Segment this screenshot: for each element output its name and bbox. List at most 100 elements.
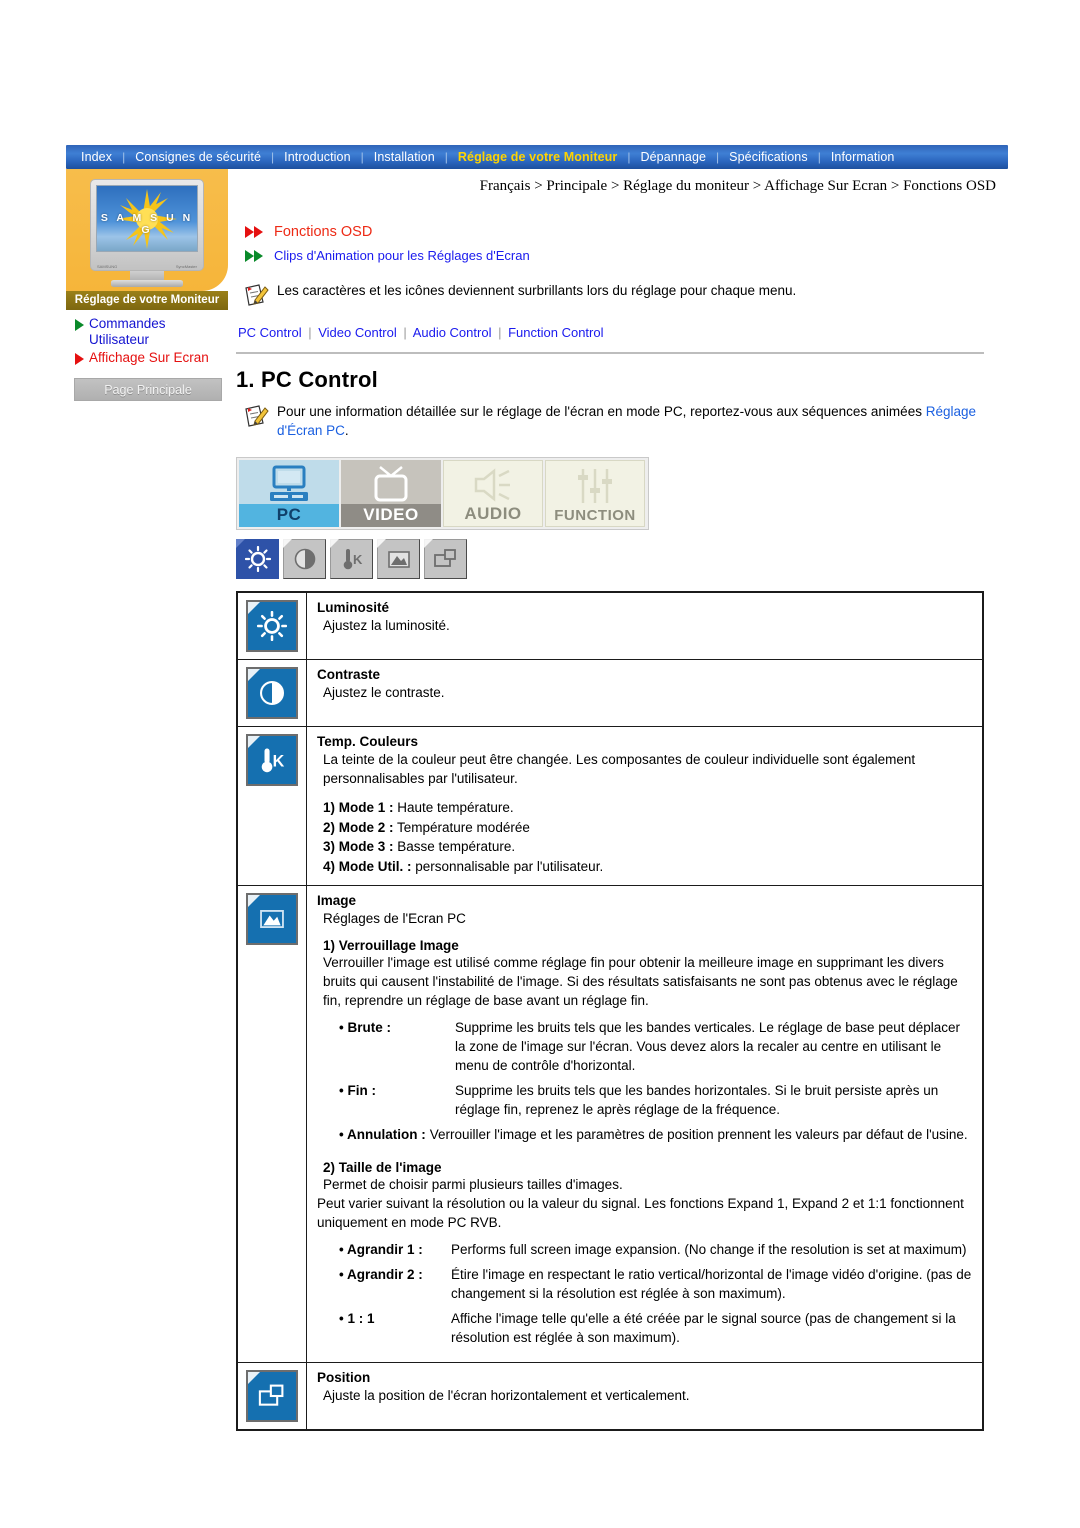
mode-text: personnalisable par l'utilisateur.: [411, 858, 604, 874]
position-rectangles-icon: [433, 549, 456, 567]
heading-label: Clips d'Animation pour les Réglages d'Ec…: [274, 248, 530, 263]
osd-functions-table: Luminosité Ajustez la luminosité. Contra…: [236, 591, 984, 1431]
sublink-pc-control[interactable]: PC Control: [238, 325, 302, 340]
mode-text: Température modérée: [393, 819, 530, 835]
row-body-cell: Contraste Ajustez le contraste.: [306, 659, 984, 727]
monitor-badge-left: SAMSUNG: [97, 264, 118, 269]
heading-fonctions-osd[interactable]: Fonctions OSD: [245, 224, 1008, 240]
speaker-icon: [444, 464, 542, 508]
row-icon-cell: [236, 591, 307, 660]
heading-clips-animation[interactable]: Clips d'Animation pour les Réglages d'Ec…: [245, 248, 1008, 263]
row-icon-cell: [236, 885, 307, 1363]
sublink-separator: |: [308, 325, 312, 340]
osd-tab-strip: PC VIDEO AUDIO FUNCTION: [236, 457, 649, 530]
horizontal-divider: [236, 352, 984, 355]
notepad-pencil-icon: [243, 282, 269, 313]
bullet-text: Supprime les bruits tels que les bandes …: [455, 1083, 939, 1117]
bullet-label: • Annulation :: [339, 1127, 426, 1142]
sliders-icon: [546, 464, 644, 508]
bullet-item: • Agrandir 1 : Performs full screen imag…: [339, 1240, 972, 1259]
bullet-text: Supprime les bruits tels que les bandes …: [455, 1020, 961, 1073]
sidebar-item-affichage-sur-ecran[interactable]: Affichage Sur Ecran: [72, 350, 228, 366]
nav-item-consignes-de-securite[interactable]: Consignes de sécurité: [126, 150, 270, 164]
section-title: 1. PC Control: [236, 367, 378, 392]
sidebar-item-label: Affichage Sur Ecran: [89, 350, 209, 365]
monitor-thumbnail: S A M S U N G SAMSUNG SyncMaster: [85, 179, 209, 291]
triangle-right-icon: [75, 319, 84, 331]
monitor-badge-right: SyncMaster: [175, 264, 197, 269]
icon-button-contrast[interactable]: [283, 539, 326, 579]
bullet-label: • 1 : 1: [339, 1311, 375, 1326]
icon-button-position[interactable]: [424, 539, 467, 579]
icon-button-image[interactable]: [377, 539, 420, 579]
note-block: Les caractères et les icônes deviennent …: [243, 281, 1008, 313]
mode-label: 3) Mode 3 :: [323, 839, 394, 854]
tab-audio[interactable]: AUDIO: [443, 460, 543, 527]
contrast-halfcircle-icon: [246, 667, 298, 719]
sidebar-links: Commandes Utilisateur Affichage Sur Ecra…: [66, 310, 228, 366]
tab-pc[interactable]: PC: [239, 460, 339, 527]
subsection-body-line2: Peut varier suivant la résolution ou la …: [317, 1196, 964, 1230]
mode-line: 4) Mode Util. : personnalisable par l'ut…: [323, 857, 972, 877]
nav-item-information[interactable]: Information: [822, 150, 904, 164]
subsection-body: Verrouiller l'image est utilisé comme ré…: [323, 955, 958, 1008]
bullet-text: Affiche l'image telle qu'elle a été créé…: [451, 1311, 956, 1345]
osd-icon-strip: K: [236, 539, 1008, 579]
icon-button-brightness[interactable]: [236, 539, 279, 579]
mode-line: 3) Mode 3 : Basse température.: [323, 837, 972, 857]
nav-item-reglage-de-votre-moniteur[interactable]: Réglage de votre Moniteur: [449, 150, 626, 164]
bullet-item: • Fin : Supprime les bruits tels que les…: [339, 1081, 972, 1119]
image-mountain-icon: [246, 893, 298, 945]
subsection-head-taille-de-limage: 2) Taille de l'image: [323, 1160, 442, 1175]
table-row: Luminosité Ajustez la luminosité.: [236, 591, 984, 660]
row-title: Image: [317, 893, 357, 908]
row-description: Ajustez le contraste.: [323, 685, 445, 700]
nav-item-depannage[interactable]: Dépannage: [632, 150, 716, 164]
bullet-label: • Agrandir 1 :: [339, 1242, 423, 1257]
sublink-audio-control[interactable]: Audio Control: [413, 325, 492, 340]
sidebar-title: Réglage de votre Moniteur: [66, 291, 228, 310]
svg-text:K: K: [273, 752, 285, 770]
bullet-list-taille: • Agrandir 1 : Performs full screen imag…: [339, 1240, 972, 1347]
nav-item-installation[interactable]: Installation: [365, 150, 444, 164]
sidebar-card: S A M S U N G SAMSUNG SyncMaster: [66, 169, 228, 291]
mode-line: 1) Mode 1 : Haute température.: [323, 798, 972, 818]
top-navigation-bar: Index | Consignes de sécurité | Introduc…: [66, 145, 1008, 169]
row-description: Réglages de l'Ecran PC: [323, 911, 466, 926]
breadcrumb: Français > Principale > Réglage du monit…: [479, 178, 996, 194]
nav-item-introduction[interactable]: Introduction: [275, 150, 360, 164]
subsection-head-verrouillage-image: 1) Verrouillage Image: [323, 938, 459, 953]
monitor-base: [111, 280, 183, 287]
tv-icon: [341, 463, 441, 507]
bullet-item: • Annulation : Verrouiller l'image et le…: [339, 1125, 972, 1144]
sidebar: S A M S U N G SAMSUNG SyncMaster Réglage…: [66, 169, 228, 401]
sidebar-item-label: Commandes Utilisateur: [89, 316, 166, 347]
sublink-separator: |: [498, 325, 502, 340]
mode-label: 4) Mode Util. :: [323, 858, 412, 874]
sublink-function-control[interactable]: Function Control: [508, 325, 603, 340]
sublink-video-control[interactable]: Video Control: [318, 325, 397, 340]
nav-item-specifications[interactable]: Spécifications: [720, 150, 817, 164]
monitor-brand-text: S A M S U N G: [100, 212, 194, 236]
nav-item-index[interactable]: Index: [72, 150, 121, 164]
notepad-pencil-icon: [243, 403, 269, 434]
image-mountain-icon: [387, 551, 410, 568]
table-row: Position Ajuste la position de l'écran h…: [236, 1362, 984, 1431]
tab-label: FUNCTION: [546, 506, 644, 526]
tab-label: VIDEO: [341, 504, 441, 527]
color-temperature-icon: K: [246, 734, 298, 786]
tab-label: PC: [239, 504, 339, 527]
home-page-button[interactable]: Page Principale: [74, 378, 222, 401]
sidebar-item-commandes-utilisateur[interactable]: Commandes Utilisateur: [72, 316, 228, 348]
row-body-cell: Position Ajuste la position de l'écran h…: [306, 1362, 984, 1431]
table-row: Image Réglages de l'Ecran PC 1) Verrouil…: [236, 885, 984, 1363]
monitor-screen-image: S A M S U N G: [96, 185, 198, 252]
row-body-cell: Image Réglages de l'Ecran PC 1) Verrouil…: [306, 885, 984, 1363]
svg-text:K: K: [353, 552, 363, 567]
tab-function[interactable]: FUNCTION: [545, 460, 645, 527]
tab-video[interactable]: VIDEO: [341, 460, 441, 527]
row-description: La teinte de la couleur peut être changé…: [323, 752, 916, 786]
icon-button-color-temperature[interactable]: K: [330, 539, 373, 579]
row-title: Contraste: [317, 667, 381, 682]
section-note-part2: .: [344, 423, 349, 438]
